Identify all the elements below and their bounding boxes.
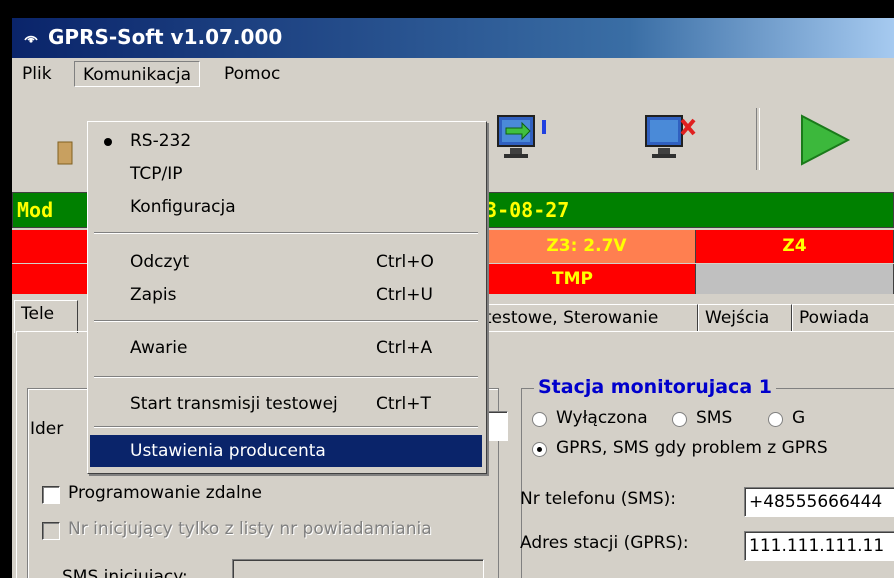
tamper-label: TMP bbox=[552, 269, 593, 289]
menu-item-label: Start transmisji testowej bbox=[130, 394, 338, 414]
menu-plik[interactable]: Plik bbox=[14, 61, 60, 87]
radio-off-label: Wyłączona bbox=[556, 408, 648, 428]
title-bar[interactable]: GPRS-Soft v1.07.000 bbox=[12, 18, 894, 58]
status-date: 13-08-27 bbox=[473, 198, 570, 222]
zone-z3-cell: Z3: 2.7V bbox=[478, 230, 696, 263]
toolbar-separator bbox=[756, 108, 760, 170]
sms-init-field[interactable] bbox=[232, 559, 484, 578]
menu-item-konfiguracja[interactable]: Konfiguracja bbox=[90, 191, 482, 223]
remote-programming-label: Programowanie zdalne bbox=[68, 483, 262, 503]
menu-item-label: Konfiguracja bbox=[130, 197, 236, 217]
menu-separator bbox=[94, 376, 478, 378]
sms-init-label: SMS inicjujący: bbox=[62, 567, 188, 578]
menu-item-rs232[interactable]: RS-232 bbox=[90, 125, 482, 157]
phone-field[interactable]: +48555666444 bbox=[744, 487, 894, 517]
ident-label: Ider bbox=[30, 419, 64, 439]
menu-pomoc[interactable]: Pomoc bbox=[216, 61, 288, 87]
start-play-icon[interactable] bbox=[798, 110, 851, 168]
menu-item-shortcut: Ctrl+U bbox=[376, 285, 433, 305]
disconnect-monitor-icon[interactable] bbox=[642, 110, 696, 168]
menu-item-label: Ustawienia producenta bbox=[130, 441, 326, 461]
menu-item-label: Odczyt bbox=[130, 252, 190, 272]
radio-bullet-icon bbox=[104, 138, 112, 146]
menu-item-label: TCP/IP bbox=[130, 164, 183, 184]
window-title: GPRS-Soft v1.07.000 bbox=[48, 25, 283, 49]
radio-gprs[interactable] bbox=[532, 442, 547, 457]
radio-gprs-label: GPRS, SMS gdy problem z GPRS bbox=[556, 438, 828, 458]
antenna-icon bbox=[22, 28, 40, 46]
menu-separator bbox=[94, 232, 478, 234]
status-mode: Mod bbox=[17, 198, 54, 222]
menu-item-label: RS-232 bbox=[130, 131, 192, 151]
init-from-list-checkbox[interactable] bbox=[42, 522, 60, 540]
tab-wejscia[interactable]: Wejścia bbox=[698, 304, 792, 332]
radio-g-label: G bbox=[792, 408, 806, 428]
station-group: Stacja monitorujaca 1 Wyłączona SMS G GP… bbox=[520, 376, 894, 578]
connect-monitor-icon[interactable] bbox=[494, 110, 546, 168]
radio-off[interactable] bbox=[532, 412, 547, 427]
menu-item-shortcut: Ctrl+O bbox=[376, 252, 434, 272]
menu-item-label: Awarie bbox=[130, 338, 188, 358]
phone-label: Nr telefonu (SMS): bbox=[520, 489, 676, 509]
tab-telefony[interactable]: Tele bbox=[14, 300, 78, 333]
address-field[interactable]: 111.111.111.11 bbox=[744, 531, 894, 561]
address-label: Adres stacji (GPRS): bbox=[520, 533, 689, 553]
menu-separator bbox=[94, 320, 478, 322]
komunikacja-dropdown: RS-232 TCP/IP Konfiguracja Odczyt Ctrl+O… bbox=[87, 121, 487, 474]
tamper-empty-cell bbox=[696, 264, 894, 294]
screen: GPRS-Soft v1.07.000 Plik Komunikacja Pom… bbox=[0, 0, 894, 578]
tab-testowe-sterowanie[interactable]: e testowe, Sterowanie bbox=[462, 304, 698, 332]
menu-item-awarie[interactable]: Awarie Ctrl+A bbox=[90, 332, 482, 364]
ident-field[interactable] bbox=[484, 411, 508, 441]
menu-item-odczyt[interactable]: Odczyt Ctrl+O bbox=[90, 246, 482, 278]
remote-programming-checkbox[interactable] bbox=[42, 486, 60, 504]
tab-powiadamianie[interactable]: Powiada bbox=[792, 304, 894, 332]
menu-separator bbox=[94, 426, 478, 428]
menu-item-ustawienia-producenta[interactable]: Ustawienia producenta bbox=[90, 435, 482, 467]
radio-sms[interactable] bbox=[672, 412, 687, 427]
menu-item-zapis[interactable]: Zapis Ctrl+U bbox=[90, 279, 482, 311]
menu-item-start-transmisji[interactable]: Start transmisji testowej Ctrl+T bbox=[90, 388, 482, 420]
menu-item-label: Zapis bbox=[130, 285, 177, 305]
menu-komunikacja[interactable]: Komunikacja bbox=[74, 61, 200, 87]
menu-item-shortcut: Ctrl+T bbox=[376, 394, 431, 414]
zone-z4-cell: Z4 bbox=[696, 230, 894, 263]
menu-item-tcpip[interactable]: TCP/IP bbox=[90, 158, 482, 190]
menu-bar: Plik Komunikacja Pomoc bbox=[12, 58, 894, 90]
menu-item-shortcut: Ctrl+A bbox=[376, 338, 433, 358]
radio-g[interactable] bbox=[768, 412, 783, 427]
app-window: GPRS-Soft v1.07.000 Plik Komunikacja Pom… bbox=[12, 18, 894, 578]
radio-sms-label: SMS bbox=[696, 408, 733, 428]
station-title: Stacja monitorujaca 1 bbox=[534, 376, 776, 398]
init-from-list-label: Nr inicjujący tylko z listy nr powiadami… bbox=[68, 519, 432, 539]
